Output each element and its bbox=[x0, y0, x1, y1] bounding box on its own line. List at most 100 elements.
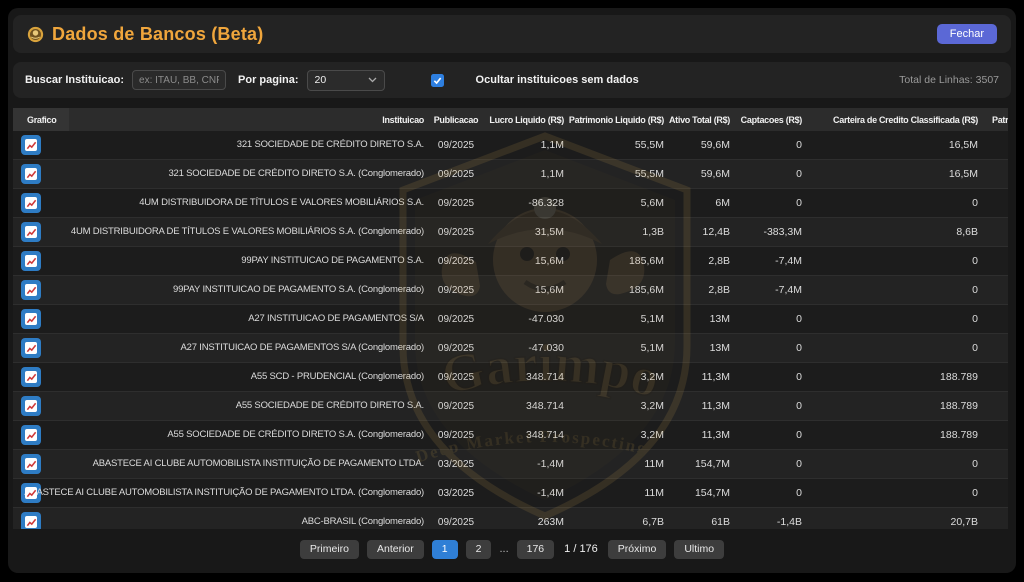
last-page-button[interactable]: Ultimo bbox=[674, 540, 724, 559]
hide-empty-checkbox[interactable] bbox=[431, 74, 444, 87]
line-chart-icon bbox=[25, 458, 37, 470]
captacoes-cell: 0 bbox=[730, 334, 802, 363]
banks-table: GraficoInstituicaoPublicacaoLucro Liquid… bbox=[13, 108, 1008, 529]
captacoes-cell: 0 bbox=[730, 479, 802, 508]
table-container: GraficoInstituicaoPublicacaoLucro Liquid… bbox=[13, 108, 1008, 529]
grafico-cell bbox=[13, 305, 69, 334]
open-chart-button[interactable] bbox=[21, 454, 41, 474]
publication-cell: 09/2025 bbox=[424, 276, 488, 305]
table-row: A55 SOCIEDADE DE CRÉDITO DIRETO S.A. (Co… bbox=[13, 421, 1008, 450]
search-input[interactable] bbox=[132, 70, 226, 90]
column-header-8[interactable]: Patri bbox=[978, 108, 1008, 131]
line-chart-icon bbox=[25, 400, 37, 412]
line-chart-icon bbox=[25, 197, 37, 209]
line-chart-icon bbox=[25, 487, 37, 499]
filter-bar: Buscar Instituicao: Por pagina: 20 Ocult… bbox=[13, 62, 1011, 98]
publication-cell: 09/2025 bbox=[424, 334, 488, 363]
table-row: A55 SCD - PRUDENCIAL (Conglomerado)09/20… bbox=[13, 363, 1008, 392]
ativo-cell: 154,7M bbox=[664, 450, 730, 479]
line-chart-icon bbox=[25, 313, 37, 325]
publication-cell: 09/2025 bbox=[424, 247, 488, 276]
open-chart-button[interactable] bbox=[21, 512, 41, 529]
ativo-cell: 2,8B bbox=[664, 276, 730, 305]
captacoes-cell: -7,4M bbox=[730, 247, 802, 276]
ativo-cell: 13M bbox=[664, 305, 730, 334]
column-header-label: Lucro Liquido (R$) bbox=[489, 115, 564, 125]
institution-name: ABC-BRASIL (Conglomerado) bbox=[302, 508, 424, 529]
column-header-6[interactable]: Captacoes (R$) bbox=[730, 108, 802, 131]
next-page-button[interactable]: Próximo bbox=[608, 540, 667, 559]
grafico-cell bbox=[13, 160, 69, 189]
column-header-5[interactable]: Ativo Total (R$) bbox=[664, 108, 730, 131]
page-button-2[interactable]: 2 bbox=[466, 540, 492, 559]
publication-cell: 09/2025 bbox=[424, 218, 488, 247]
open-chart-button[interactable] bbox=[21, 251, 41, 271]
open-chart-button[interactable] bbox=[21, 309, 41, 329]
institution-name: 4UM DISTRIBUIDORA DE TÍTULOS E VALORES M… bbox=[139, 189, 424, 217]
open-chart-button[interactable] bbox=[21, 396, 41, 416]
captacoes-cell: 0 bbox=[730, 305, 802, 334]
open-chart-button[interactable] bbox=[21, 338, 41, 358]
patrimonio2-cell bbox=[978, 247, 1008, 276]
open-chart-button[interactable] bbox=[21, 193, 41, 213]
ativo-cell: 61B bbox=[664, 508, 730, 530]
page-button-176[interactable]: 176 bbox=[517, 540, 555, 559]
ativo-cell: 13M bbox=[664, 334, 730, 363]
lucro-cell: 348.714 bbox=[488, 363, 564, 392]
patrimonio-cell: 3,2M bbox=[564, 421, 664, 450]
per-page-select[interactable]: 20 bbox=[307, 70, 385, 91]
institution-name: 99PAY INSTITUICAO DE PAGAMENTO S.A. bbox=[241, 247, 424, 275]
captacoes-cell: -1,4B bbox=[730, 508, 802, 530]
column-header-4[interactable]: Patrimonio Liquido (R$) bbox=[564, 108, 664, 131]
column-header-1[interactable]: Instituicao bbox=[69, 108, 424, 131]
open-chart-button[interactable] bbox=[21, 222, 41, 242]
line-chart-icon bbox=[25, 371, 37, 383]
column-header-2[interactable]: Publicacao bbox=[424, 108, 488, 131]
patrimonio-cell: 11M bbox=[564, 450, 664, 479]
table-row: 99PAY INSTITUICAO DE PAGAMENTO S.A. (Con… bbox=[13, 276, 1008, 305]
open-chart-button[interactable] bbox=[21, 164, 41, 184]
patrimonio-cell: 5,1M bbox=[564, 334, 664, 363]
carteira-cell: 16,5M bbox=[802, 131, 978, 160]
institution-cell: 99PAY INSTITUICAO DE PAGAMENTO S.A. (Con… bbox=[69, 276, 424, 305]
first-page-button[interactable]: Primeiro bbox=[300, 540, 359, 559]
captacoes-cell: -7,4M bbox=[730, 276, 802, 305]
institution-name: A55 SOCIEDADE DE CRÉDITO DIRETO S.A. bbox=[236, 392, 424, 420]
column-header-label: Captacoes (R$) bbox=[741, 115, 802, 125]
patrimonio2-cell bbox=[978, 334, 1008, 363]
carteira-cell: 0 bbox=[802, 479, 978, 508]
page-button-1[interactable]: 1 bbox=[432, 540, 458, 559]
garimpo-logo-icon bbox=[27, 26, 44, 43]
institution-cell: A55 SCD - PRUDENCIAL (Conglomerado) bbox=[69, 363, 424, 392]
prev-page-button[interactable]: Anterior bbox=[367, 540, 424, 559]
institution-cell: A55 SOCIEDADE DE CRÉDITO DIRETO S.A. (Co… bbox=[69, 421, 424, 450]
institution-cell: A27 INSTITUICAO DE PAGAMENTOS S/A (Congl… bbox=[69, 334, 424, 363]
open-chart-button[interactable] bbox=[21, 135, 41, 155]
column-header-label: Ativo Total (R$) bbox=[669, 115, 730, 125]
line-chart-icon bbox=[25, 342, 37, 354]
column-header-7[interactable]: Carteira de Credito Classificada (R$) bbox=[802, 108, 978, 131]
open-chart-button[interactable] bbox=[21, 425, 41, 445]
table-row: A27 INSTITUICAO DE PAGAMENTOS S/A (Congl… bbox=[13, 334, 1008, 363]
institution-cell: ABC-BRASIL (Conglomerado) bbox=[69, 508, 424, 530]
publication-cell: 09/2025 bbox=[424, 421, 488, 450]
institution-name: 321 SOCIEDADE DE CRÉDITO DIRETO S.A. bbox=[237, 131, 424, 159]
captacoes-cell: 0 bbox=[730, 421, 802, 450]
carteira-cell: 0 bbox=[802, 450, 978, 479]
pagination-ellipsis: ... bbox=[499, 543, 508, 555]
table-row: 4UM DISTRIBUIDORA DE TÍTULOS E VALORES M… bbox=[13, 218, 1008, 247]
open-chart-button[interactable] bbox=[21, 280, 41, 300]
column-header-0[interactable]: Grafico bbox=[13, 108, 69, 131]
open-chart-button[interactable] bbox=[21, 367, 41, 387]
institution-name: A55 SOCIEDADE DE CRÉDITO DIRETO S.A. (Co… bbox=[167, 421, 424, 449]
column-header-3[interactable]: Lucro Liquido (R$) bbox=[488, 108, 564, 131]
captacoes-cell: 0 bbox=[730, 160, 802, 189]
hide-empty-label: Ocultar instituicoes sem dados bbox=[476, 74, 639, 86]
table-row: A27 INSTITUICAO DE PAGAMENTOS S/A09/2025… bbox=[13, 305, 1008, 334]
fechar-button[interactable]: Fechar bbox=[937, 24, 997, 44]
captacoes-cell: 0 bbox=[730, 450, 802, 479]
institution-cell: 321 SOCIEDADE DE CRÉDITO DIRETO S.A. bbox=[69, 131, 424, 160]
column-header-label: Patri bbox=[978, 115, 1008, 125]
lucro-cell: -1,4M bbox=[488, 450, 564, 479]
line-chart-icon bbox=[25, 139, 37, 151]
